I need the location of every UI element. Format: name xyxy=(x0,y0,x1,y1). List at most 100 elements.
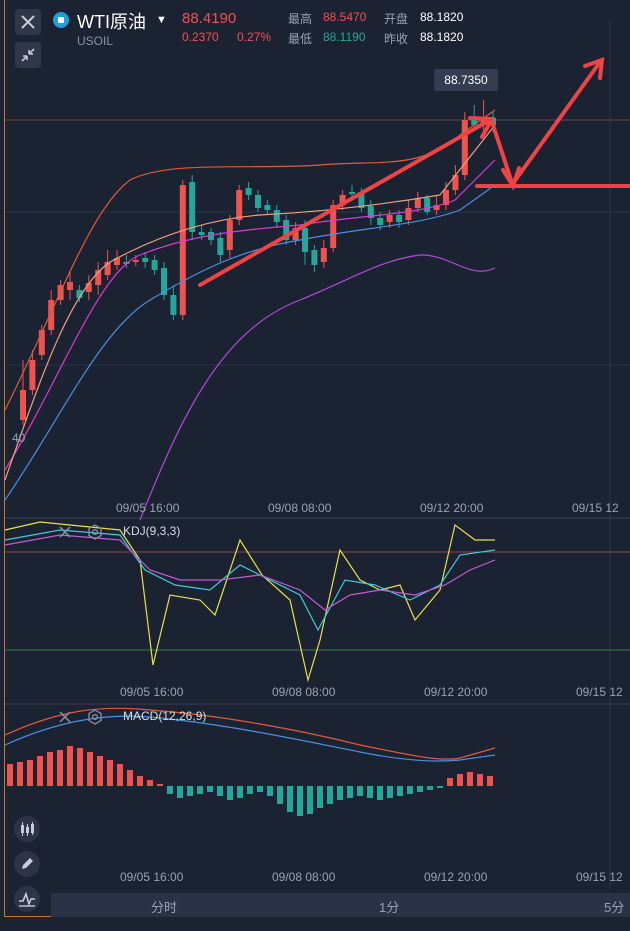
macd-bar xyxy=(57,750,63,786)
middle-band-line xyxy=(4,159,496,471)
macd-bar xyxy=(377,786,383,800)
indicator-icon xyxy=(19,891,35,907)
macd-bar xyxy=(97,756,103,786)
macd-bar xyxy=(397,786,403,796)
macd-bar xyxy=(227,786,233,800)
macd-bar xyxy=(187,786,193,796)
timeframe-bar: 分时 1分 5分 xyxy=(51,893,630,917)
macd-bar xyxy=(347,786,353,798)
draw-tool-button[interactable] xyxy=(14,851,40,877)
macd-bar xyxy=(387,786,393,798)
indicator-tool-button[interactable] xyxy=(14,886,40,912)
time-label: 09/12 20:00 xyxy=(420,501,484,515)
candle-body xyxy=(349,192,355,194)
time-label: 09/05 16:00 xyxy=(120,870,184,884)
kdj-j-line xyxy=(4,521,495,683)
candle-body xyxy=(20,390,26,420)
gear-icon[interactable] xyxy=(87,524,103,540)
candle-body xyxy=(226,220,233,250)
macd-bar xyxy=(217,786,223,796)
candle-body xyxy=(170,295,177,315)
macd-bar xyxy=(107,760,113,786)
macd-bar xyxy=(467,772,473,786)
time-label: 09/08 08:00 xyxy=(272,685,336,699)
candlestick-tool-button[interactable] xyxy=(14,816,40,842)
time-label: 09/08 08:00 xyxy=(268,501,332,515)
close-icon[interactable] xyxy=(58,710,72,724)
macd-bar xyxy=(247,786,253,794)
price-axis-label: 40 xyxy=(12,431,26,445)
time-label: 09/15 12 xyxy=(576,685,623,699)
retrace-arrow xyxy=(490,120,514,185)
timeframe-tab[interactable]: 1分 xyxy=(379,897,399,916)
candle-body xyxy=(142,258,149,262)
gear-icon[interactable] xyxy=(87,709,103,725)
macd-bar xyxy=(477,774,483,786)
macd-bar xyxy=(117,764,123,786)
macd-bar xyxy=(417,786,423,792)
macd-bar xyxy=(447,778,453,786)
candle-body xyxy=(377,218,384,225)
target-arrow xyxy=(512,60,602,184)
macd-bar xyxy=(87,752,93,786)
candle-body xyxy=(424,198,431,212)
macd-bar xyxy=(37,756,43,786)
candlestick-icon xyxy=(21,822,34,836)
timeframe-tab[interactable]: 5分 xyxy=(604,897,624,916)
candle-body xyxy=(255,195,261,208)
candle-body xyxy=(198,232,205,235)
macd-bar xyxy=(407,786,413,794)
macd-bar xyxy=(427,786,433,790)
macd-bar xyxy=(267,786,273,796)
macd-bar xyxy=(357,786,363,796)
pencil-icon xyxy=(22,858,33,869)
candle-body xyxy=(236,190,243,220)
macd-bar xyxy=(67,746,73,786)
candle-body xyxy=(245,188,252,195)
candle-body xyxy=(414,198,421,208)
time-label: 09/05 16:00 xyxy=(116,501,180,515)
candle-body xyxy=(217,238,224,255)
chart-canvas[interactable] xyxy=(0,0,630,931)
macd-bar xyxy=(77,748,83,786)
macd-bar xyxy=(327,786,333,804)
time-label: 09/05 16:00 xyxy=(120,685,184,699)
candle-body xyxy=(386,215,393,222)
candle-body xyxy=(151,260,158,270)
candle-body xyxy=(48,300,55,330)
macd-bar xyxy=(127,770,133,786)
candle-body xyxy=(179,185,186,315)
macd-bar xyxy=(457,774,463,786)
price-tag: 88.7350 xyxy=(434,69,498,91)
candle-body xyxy=(132,260,139,262)
candle-body xyxy=(273,210,280,222)
macd-bar xyxy=(287,786,293,812)
macd-bar xyxy=(237,786,243,798)
macd-bar xyxy=(167,786,173,794)
candle-body xyxy=(264,205,271,210)
macd-bar xyxy=(197,786,203,794)
ma-short-line xyxy=(4,124,496,481)
kdj-label: KDJ(9,3,3) xyxy=(123,524,181,538)
time-label: 09/15 12 xyxy=(576,870,623,884)
macd-bar xyxy=(437,786,443,788)
candle-body xyxy=(396,215,402,222)
candle-body xyxy=(67,282,73,290)
macd-bar xyxy=(257,786,263,792)
kdj-k-line xyxy=(4,529,496,632)
macd-bar xyxy=(297,786,303,816)
time-label: 09/12 20:00 xyxy=(424,870,488,884)
macd-bar xyxy=(487,776,493,786)
candle-body xyxy=(405,208,412,220)
macd-bar xyxy=(47,752,53,786)
macd-bar xyxy=(147,780,153,786)
macd-label: MACD(12,26,9) xyxy=(123,709,207,723)
kdj-d-line xyxy=(4,534,496,611)
candle-body xyxy=(311,250,318,265)
macd-bar xyxy=(277,786,283,804)
macd-bar xyxy=(17,762,23,786)
candle-body xyxy=(29,360,36,390)
close-icon[interactable] xyxy=(58,525,72,539)
timeframe-tab[interactable]: 分时 xyxy=(151,897,177,916)
macd-bar xyxy=(137,776,143,786)
